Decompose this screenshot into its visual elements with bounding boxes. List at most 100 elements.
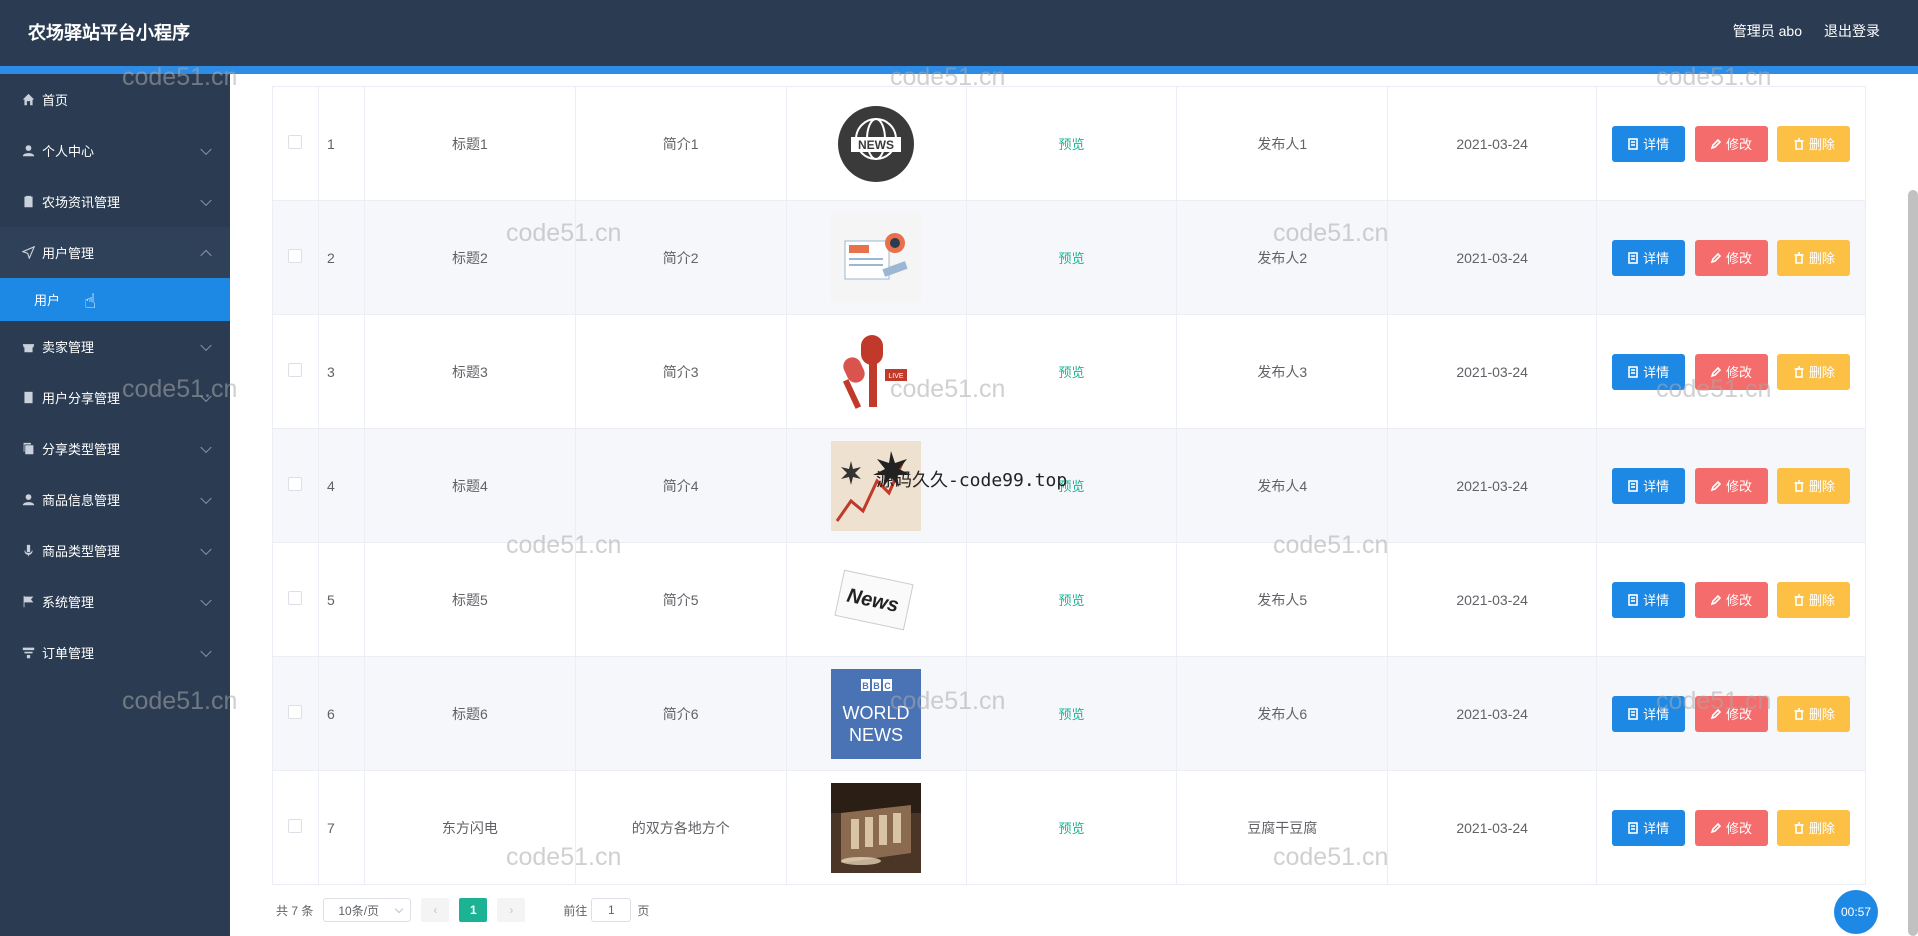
clipboard-icon bbox=[20, 194, 36, 210]
sidebar-item-seller-management[interactable]: 卖家管理 bbox=[0, 321, 230, 372]
filter-icon bbox=[20, 645, 36, 661]
row-title: 标题1 bbox=[363, 86, 576, 201]
table-row: 3 标题3 简介3 LIVE 预览 发布人3 2021-03-24 详情 修改 … bbox=[272, 314, 1866, 429]
sidebar-item-user-share-management[interactable]: 用户分享管理 bbox=[0, 372, 230, 423]
detail-button[interactable]: 详情 bbox=[1611, 809, 1685, 846]
row-checkbox[interactable] bbox=[288, 363, 303, 377]
row-checkbox-cell bbox=[272, 200, 319, 315]
table-row: 5 标题5 简介5 News 预览 发布人5 2021-03-24 详情 修改 … bbox=[272, 542, 1866, 657]
vertical-scrollbar[interactable] bbox=[1908, 190, 1918, 936]
detail-button[interactable]: 详情 bbox=[1611, 353, 1685, 390]
bbc-world-news-logo: B B C WORLD NEWS bbox=[831, 668, 922, 759]
button-label: 删除 bbox=[1808, 593, 1835, 608]
sidebar-item-label: 用户管理 bbox=[42, 246, 95, 261]
sidebar-item-product-type-management[interactable]: 商品类型管理 bbox=[0, 525, 230, 576]
page-number-current[interactable]: 1 bbox=[459, 898, 488, 922]
button-label: 删除 bbox=[1808, 137, 1835, 152]
sidebar-item-product-info-management[interactable]: 商品信息管理 bbox=[0, 474, 230, 525]
row-checkbox[interactable] bbox=[288, 477, 303, 491]
svg-text:B: B bbox=[873, 681, 880, 691]
sidebar-item-label: 用户分享管理 bbox=[42, 391, 121, 406]
header-accent-bar bbox=[0, 66, 1918, 74]
edit-button[interactable]: 修改 bbox=[1694, 239, 1768, 276]
delete-button[interactable]: 删除 bbox=[1777, 353, 1851, 390]
prev-page-button[interactable]: ‹ bbox=[421, 898, 450, 922]
preview-link[interactable]: 预览 bbox=[1058, 821, 1084, 836]
edit-button[interactable]: 修改 bbox=[1694, 353, 1768, 390]
sidebar-item-home[interactable]: 首页 bbox=[0, 74, 230, 125]
edit-button[interactable]: 修改 bbox=[1694, 695, 1768, 732]
row-checkbox[interactable] bbox=[288, 135, 303, 149]
delete-button[interactable]: 删除 bbox=[1777, 125, 1851, 162]
cell-publisher: 发布人4 bbox=[1257, 477, 1308, 494]
row-actions: 详情 修改 删除 bbox=[1596, 656, 1866, 771]
row-checkbox[interactable] bbox=[288, 819, 303, 833]
detail-button[interactable]: 详情 bbox=[1611, 695, 1685, 732]
chevron-down-icon bbox=[395, 904, 404, 913]
detail-button[interactable]: 详情 bbox=[1611, 467, 1685, 504]
edit-button[interactable]: 修改 bbox=[1694, 809, 1768, 846]
page-size-select[interactable]: 10条/页 bbox=[323, 898, 412, 922]
row-preview-cell: 预览 bbox=[965, 428, 1178, 543]
row-preview-cell: 预览 bbox=[965, 86, 1178, 201]
sidebar-item-share-type-management[interactable]: 分享类型管理 bbox=[0, 423, 230, 474]
delete-button[interactable]: 删除 bbox=[1777, 239, 1851, 276]
delete-button[interactable]: 删除 bbox=[1777, 809, 1851, 846]
sidebar-item-label: 分享类型管理 bbox=[42, 442, 121, 457]
document-icon bbox=[1628, 593, 1638, 606]
detail-button[interactable]: 详情 bbox=[1611, 239, 1685, 276]
sidebar-item-farm-news[interactable]: 农场资讯管理 bbox=[0, 176, 230, 227]
delete-button[interactable]: 删除 bbox=[1777, 581, 1851, 618]
row-checkbox[interactable] bbox=[288, 591, 303, 605]
admin-user-label[interactable]: 管理员 abo bbox=[1733, 21, 1802, 41]
cell-idx: 6 bbox=[326, 705, 335, 722]
sidebar-menu: 首页 个人中心 农场资讯管理 用户管理 用户 ☝ 卖家管理 用户分享管理 分享类… bbox=[0, 74, 230, 936]
user-icon bbox=[20, 143, 36, 159]
preview-link[interactable]: 预览 bbox=[1058, 479, 1084, 494]
cell-date: 2021-03-24 bbox=[1456, 249, 1528, 266]
sidebar-item-order-management[interactable]: 订单管理 bbox=[0, 627, 230, 678]
delete-button[interactable]: 删除 bbox=[1777, 695, 1851, 732]
button-label: 修改 bbox=[1726, 251, 1753, 266]
cell-publisher: 发布人2 bbox=[1257, 249, 1308, 266]
edit-button[interactable]: 修改 bbox=[1694, 467, 1768, 504]
detail-button[interactable]: 详情 bbox=[1611, 581, 1685, 618]
preview-link[interactable]: 预览 bbox=[1058, 593, 1084, 608]
next-page-button[interactable]: › bbox=[497, 898, 526, 922]
preview-link[interactable]: 预览 bbox=[1058, 251, 1084, 266]
cell-title: 标题3 bbox=[451, 363, 488, 380]
sidebar-item-personal-center[interactable]: 个人中心 bbox=[0, 125, 230, 176]
row-intro: 简介5 bbox=[574, 542, 787, 657]
microphone-illustration: LIVE bbox=[831, 327, 921, 417]
cell-date: 2021-03-24 bbox=[1456, 135, 1528, 152]
edit-button[interactable]: 修改 bbox=[1694, 581, 1768, 618]
logout-link[interactable]: 退出登录 bbox=[1824, 21, 1880, 41]
delete-button[interactable]: 删除 bbox=[1777, 467, 1851, 504]
trash-icon bbox=[1794, 137, 1804, 150]
edit-button[interactable]: 修改 bbox=[1694, 125, 1768, 162]
row-date: 2021-03-24 bbox=[1387, 86, 1598, 201]
row-actions: 详情 修改 删除 bbox=[1596, 542, 1866, 657]
row-checkbox[interactable] bbox=[288, 705, 303, 719]
chart-explosion-illustration bbox=[831, 440, 922, 531]
pagination: 共 7 条 10条/页 ‹ 1 › 前往 页 bbox=[276, 898, 649, 922]
cell-date: 2021-03-24 bbox=[1456, 363, 1528, 380]
preview-link[interactable]: 预览 bbox=[1058, 137, 1084, 152]
sidebar-subitem-user[interactable]: 用户 ☝ bbox=[0, 278, 230, 321]
cell-idx: 1 bbox=[326, 135, 335, 152]
button-label: 修改 bbox=[1726, 137, 1753, 152]
row-publisher: 发布人2 bbox=[1176, 200, 1389, 315]
row-checkbox[interactable] bbox=[288, 249, 303, 263]
cell-publisher: 发布人5 bbox=[1257, 591, 1308, 608]
goto-page-input[interactable] bbox=[591, 898, 632, 922]
row-title: 标题2 bbox=[363, 200, 576, 315]
preview-link[interactable]: 预览 bbox=[1058, 365, 1084, 380]
trash-icon bbox=[1794, 707, 1804, 720]
sidebar-item-system-management[interactable]: 系统管理 bbox=[0, 576, 230, 627]
preview-link[interactable]: 预览 bbox=[1058, 707, 1084, 722]
pencil-icon bbox=[1710, 366, 1722, 377]
newspaper-illustration bbox=[831, 212, 922, 303]
sidebar-item-user-management[interactable]: 用户管理 bbox=[0, 227, 230, 278]
page-size-value: 10条/页 bbox=[338, 903, 380, 918]
detail-button[interactable]: 详情 bbox=[1611, 125, 1685, 162]
